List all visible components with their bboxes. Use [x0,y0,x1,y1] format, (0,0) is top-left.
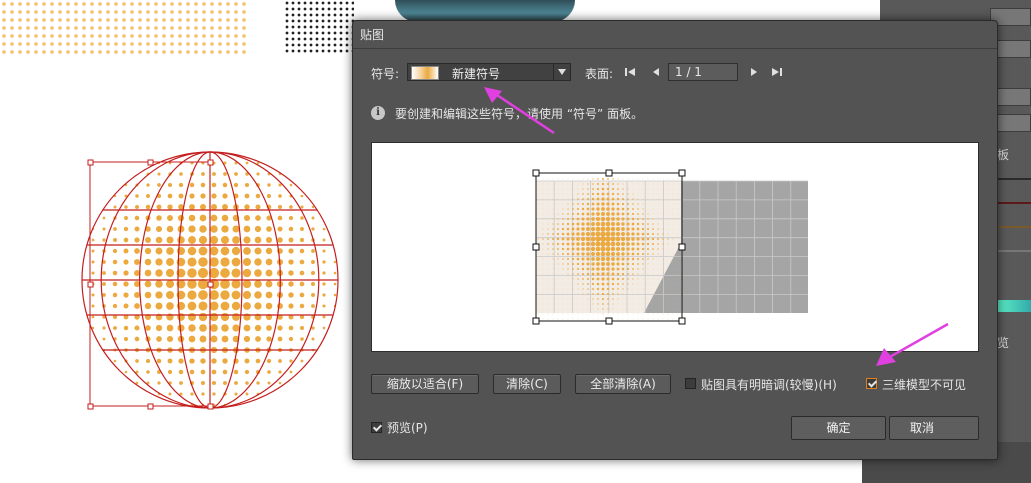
invisible-geometry-checkbox[interactable] [866,378,877,389]
surface-label: 表面: [585,67,614,81]
next-surface-button[interactable] [748,66,760,78]
shade-artwork-label[interactable]: 贴图具有明暗调(较慢)(H) [701,376,837,393]
cancel-button[interactable]: 取消 [889,416,979,440]
last-surface-button[interactable] [771,66,783,78]
chevron-down-icon[interactable] [553,64,570,80]
preview-label[interactable]: 预览(P) [387,419,428,436]
surface-page-field[interactable]: 1 / 1 [668,63,738,81]
previous-surface-button[interactable] [650,66,662,78]
symbol-label: 符号: [371,67,400,81]
next-page-icon [751,68,757,76]
halftone-sphere-artwork[interactable] [70,140,340,415]
preview-checkbox[interactable] [371,422,382,433]
dialog-titlebar[interactable]: 贴图 [353,21,997,49]
first-surface-button[interactable] [624,66,636,78]
first-page-icon [625,68,635,76]
clear-button[interactable]: 清除(C) [493,374,561,394]
invisible-geometry-label[interactable]: 三维模型不可见 [882,376,966,393]
last-page-icon [772,68,782,76]
dialog-title: 贴图 [360,28,385,42]
symbol-dropdown-value: 新建符号 [452,67,501,81]
clear-all-button[interactable]: 全部清除(A) [575,374,671,394]
panel-tab-label-2[interactable]: 览 [997,334,1009,351]
fit-button[interactable]: 缩放以适合(F) [371,374,479,394]
panel-tab-label[interactable]: 板 [997,146,1009,163]
black-dots-artwork [284,0,354,55]
sphere-dots [91,161,337,407]
shade-artwork-checkbox[interactable] [685,378,696,389]
info-message: 要创建和编辑这些符号，请使用 “符号” 面板。 [395,107,644,121]
symbol-swatch [411,66,439,80]
previous-page-icon [653,68,659,76]
info-icon: i [371,106,385,120]
halftone-dots-artwork [0,0,250,55]
map-art-preview[interactable] [371,142,979,352]
background-photo-fragment [395,0,575,22]
map-art-dialog: 贴图 符号: 新建符号 表面: 1 / 1 i 要创建和编辑这些符号，请使用 “… [352,20,998,460]
symbol-dropdown[interactable]: 新建符号 [407,63,571,81]
ok-button[interactable]: 确定 [791,416,886,440]
surface-preview-canvas[interactable] [372,143,978,351]
